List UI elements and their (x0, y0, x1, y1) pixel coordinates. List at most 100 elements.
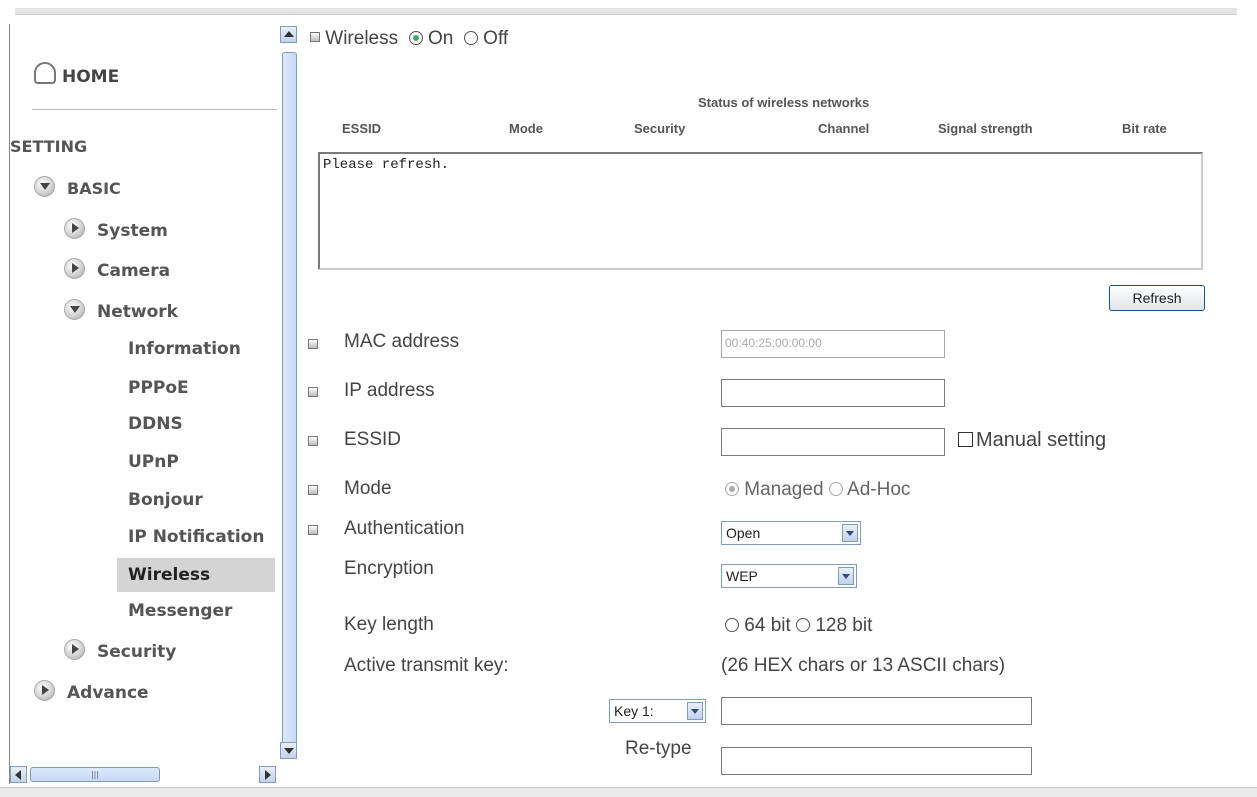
sidebar-item-pppoe[interactable]: PPPoE (128, 378, 189, 398)
wireless-title: Wireless (325, 28, 399, 49)
chevron-down-icon (687, 702, 703, 720)
main-content: Wireless On Off Status of wireless netwo… (300, 24, 1257, 784)
wireless-networks-list[interactable]: Please refresh. (318, 152, 1203, 270)
arrow-down-icon (284, 748, 294, 754)
wireless-toggle-row: Wireless On Off (310, 28, 508, 50)
sidebar-item-system[interactable]: System (64, 218, 168, 241)
sidebar-item-basic[interactable]: BASIC (34, 176, 121, 198)
scroll-up-button[interactable] (280, 26, 297, 43)
sidebar-item-ddns[interactable]: DDNS (128, 414, 183, 434)
encryption-value: WEP (726, 568, 758, 584)
mac-address-label: MAC address (344, 331, 460, 352)
sidebar-item-messenger[interactable]: Messenger (128, 601, 232, 621)
mode-managed-radio[interactable] (725, 482, 739, 496)
column-header-security: Security (634, 121, 686, 136)
sidebar: HOME SETTING BASIC System Camera Network… (10, 24, 278, 764)
refresh-button[interactable]: Refresh (1109, 285, 1205, 311)
mode-managed-label: Managed (744, 479, 824, 500)
sidebar-item-label: System (97, 221, 168, 241)
ip-address-input[interactable] (721, 379, 945, 407)
key-64bit-radio[interactable] (725, 618, 739, 632)
key-index-select[interactable]: Key 1: (609, 699, 706, 723)
authentication-value: Open (726, 525, 761, 541)
square-bullet-icon (308, 525, 318, 535)
chevron-down-icon (842, 524, 858, 542)
scrollbar-thumb[interactable] (282, 52, 297, 756)
scroll-right-button[interactable] (259, 766, 276, 783)
chevron-down-icon (34, 176, 55, 197)
sidebar-item-advance[interactable]: Advance (34, 680, 149, 703)
essid-label: ESSID (344, 429, 402, 450)
sidebar-horizontal-scrollbar[interactable]: ||| (10, 766, 277, 783)
chevron-down-icon (838, 567, 854, 585)
mode-label: Mode (344, 478, 392, 499)
key-length-options: 64 bit 128 bit (725, 615, 872, 637)
key-128bit-radio[interactable] (796, 618, 811, 632)
arrow-left-icon (15, 770, 21, 780)
mode-adhoc-label: Ad-Hoc (847, 479, 911, 500)
chevron-right-icon (64, 258, 85, 279)
authentication-label: Authentication (344, 518, 465, 539)
authentication-select[interactable]: Open (721, 521, 861, 545)
key-128bit-label: 128 bit (815, 615, 873, 636)
sidebar-item-label: BASIC (67, 179, 121, 198)
sidebar-item-information[interactable]: Information (128, 339, 241, 359)
home-label: HOME (62, 67, 120, 87)
mode-adhoc-radio[interactable] (828, 482, 843, 496)
square-bullet-icon (308, 387, 318, 397)
manual-setting-checkbox[interactable] (958, 432, 973, 447)
arrow-right-icon (265, 770, 271, 780)
sidebar-divider (32, 109, 277, 110)
square-bullet-icon (310, 32, 320, 42)
wireless-on-label: On (427, 28, 454, 49)
key-index-value: Key 1: (614, 703, 654, 719)
key-length-label: Key length (344, 614, 434, 635)
scroll-left-button[interactable] (10, 766, 27, 783)
key-input[interactable] (721, 697, 1032, 725)
arrow-up-icon (284, 31, 294, 37)
retype-key-input[interactable] (721, 747, 1032, 775)
wireless-off-label: Off (483, 28, 509, 49)
column-header-bit-rate: Bit rate (1122, 121, 1167, 136)
square-bullet-icon (308, 339, 318, 349)
wireless-on-radio[interactable] (408, 31, 423, 45)
manual-setting-option[interactable]: Manual setting (958, 429, 1106, 452)
ip-address-label: IP address (344, 380, 435, 401)
sidebar-item-label: Advance (67, 683, 149, 703)
mac-address-field[interactable]: 00:40:25:00:00:00 (721, 330, 945, 358)
sidebar-item-label: Security (97, 642, 177, 662)
wireless-off-radio[interactable] (463, 31, 478, 45)
top-frame-bar (15, 8, 1237, 15)
chevron-down-icon (64, 299, 85, 320)
networks-caption: Status of wireless networks (698, 95, 870, 110)
key-64bit-label: 64 bit (744, 615, 791, 636)
sidebar-item-bonjour[interactable]: Bonjour (128, 490, 203, 510)
key-hint-text: (26 HEX chars or 13 ASCII chars) (721, 655, 1006, 676)
sidebar-item-label: Camera (97, 261, 171, 281)
essid-input[interactable] (721, 428, 945, 456)
chevron-right-icon (34, 680, 55, 701)
sidebar-item-network[interactable]: Network (64, 299, 178, 322)
scroll-down-button[interactable] (280, 742, 297, 759)
home-icon (34, 62, 56, 84)
square-bullet-icon (308, 436, 318, 446)
column-header-essid: ESSID (342, 121, 382, 136)
encryption-select[interactable]: WEP (721, 564, 857, 588)
column-header-signal-strength: Signal strength (938, 121, 1033, 136)
active-transmit-key-label: Active transmit key: (344, 655, 509, 676)
sidebar-heading-setting: SETTING (10, 137, 88, 156)
sidebar-item-camera[interactable]: Camera (64, 258, 170, 281)
sidebar-item-label: Network (97, 302, 178, 322)
sidebar-item-security[interactable]: Security (64, 639, 176, 662)
sidebar-item-upnp[interactable]: UPnP (128, 452, 179, 472)
sidebar-item-ip-notification[interactable]: IP Notification (128, 527, 264, 547)
square-bullet-icon (308, 485, 318, 495)
sidebar-item-home[interactable]: HOME (34, 62, 119, 87)
encryption-label: Encryption (344, 558, 434, 579)
sidebar-item-wireless[interactable]: Wireless (128, 565, 210, 585)
chevron-right-icon (64, 218, 85, 239)
scrollbar-thumb[interactable]: ||| (30, 767, 160, 782)
mode-options: Managed Ad-Hoc (725, 479, 910, 501)
retype-label: Re-type (625, 738, 692, 759)
sidebar-vertical-scrollbar[interactable] (280, 26, 299, 762)
